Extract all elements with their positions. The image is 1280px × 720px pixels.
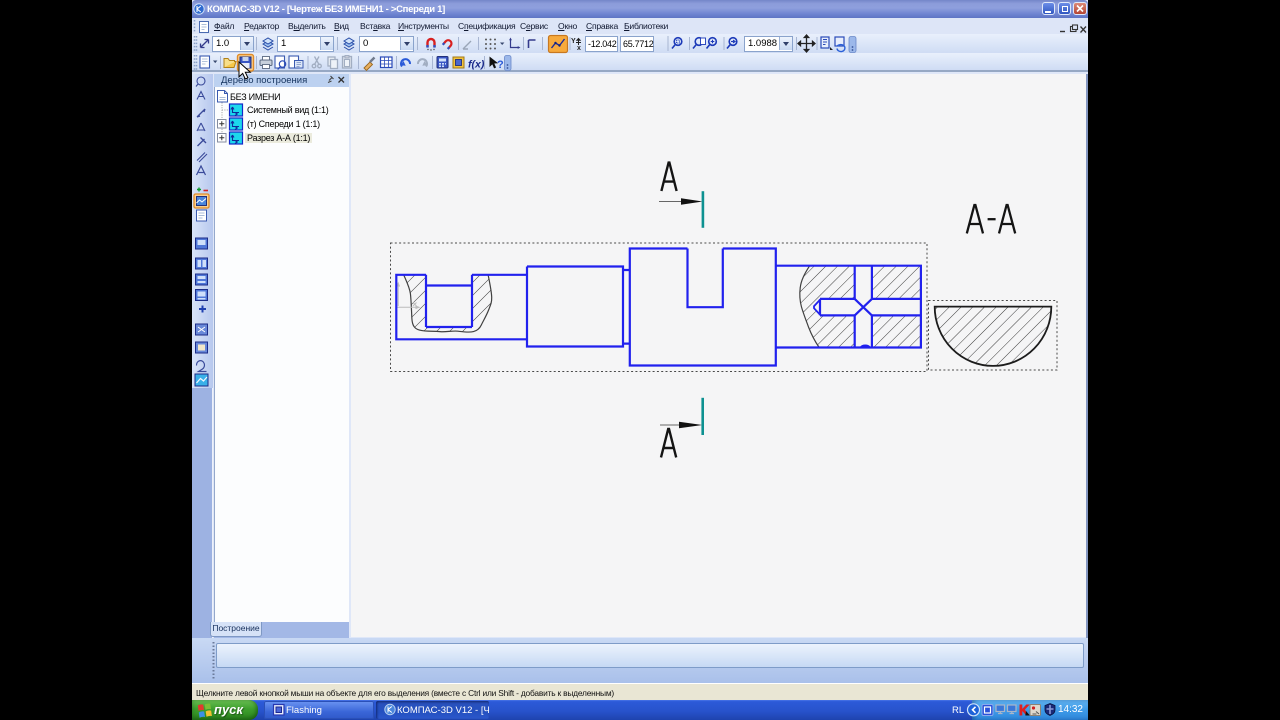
svg-text:x: x (577, 45, 581, 52)
svg-text:Y: Y (571, 38, 576, 45)
svg-text:?: ? (497, 59, 504, 71)
svg-text:f(x): f(x) (468, 59, 485, 71)
